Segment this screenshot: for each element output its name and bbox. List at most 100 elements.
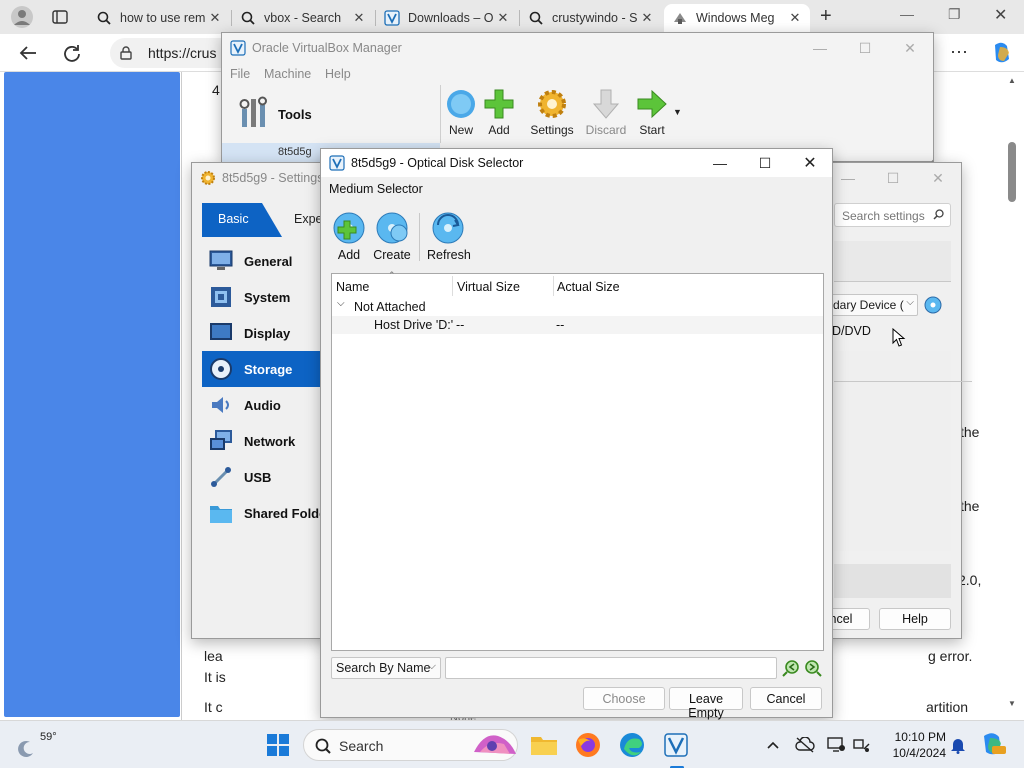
browser-tab-1[interactable]: how to use rem ✕: [88, 4, 230, 32]
search-icon: [96, 10, 112, 26]
tab-basic[interactable]: Basic: [202, 203, 282, 237]
notification-bell-icon[interactable]: [948, 735, 968, 755]
start-dropdown-icon[interactable]: ▼: [673, 107, 682, 117]
back-arrow-icon[interactable]: [18, 43, 38, 63]
more-options-icon[interactable]: ⋯: [950, 42, 969, 63]
choose-disk-icon[interactable]: [923, 295, 943, 315]
taskbar-search[interactable]: Search: [303, 729, 518, 761]
optical-drive-label: D/DVD: [832, 324, 871, 338]
settings-search-input[interactable]: Search settings: [834, 203, 951, 227]
tree-row-host-drive[interactable]: Host Drive 'D:' -- --: [332, 316, 823, 334]
close-icon[interactable]: ✕: [352, 10, 366, 26]
firefox-icon[interactable]: [572, 729, 604, 761]
profile-avatar-icon[interactable]: [10, 5, 34, 29]
choose-button[interactable]: Choose: [583, 687, 665, 710]
edge-icon[interactable]: [616, 729, 648, 761]
search-icon: [315, 738, 331, 754]
file-explorer-icon[interactable]: [528, 729, 560, 761]
column-label: Actual Size: [557, 280, 620, 294]
browser-minimize-button[interactable]: —: [900, 6, 914, 22]
refresh-icon[interactable]: [62, 43, 82, 63]
menu-machine[interactable]: Machine: [264, 67, 311, 81]
page-scrollbar-thumb[interactable]: [1008, 142, 1016, 202]
column-header-virtual-size[interactable]: Virtual Size: [453, 274, 553, 298]
close-icon[interactable]: ✕: [788, 10, 802, 26]
maximize-button[interactable]: ☐: [742, 149, 788, 177]
settings-pane-header: [834, 241, 951, 281]
browser-tab-4[interactable]: crustywindo - S ✕: [520, 4, 662, 32]
tab-title: how to use rem: [120, 11, 206, 25]
disk-selector-toolbar: Add Create Refresh: [321, 199, 834, 269]
add-disk-button[interactable]: Add: [331, 211, 367, 269]
scroll-up-icon[interactable]: ▲: [1008, 76, 1016, 85]
weather-widget[interactable]: 59°: [14, 729, 64, 761]
address-text: https://crus: [148, 45, 217, 61]
scroll-down-icon[interactable]: ▼: [1008, 699, 1016, 708]
taskbar: 59° Search 10:10 PM 10/4/2024: [0, 720, 1024, 768]
tree-group-not-attached[interactable]: ⌵ Not Attached: [332, 298, 823, 316]
discard-button[interactable]: Discard: [581, 87, 631, 143]
close-button[interactable]: ✕: [887, 33, 933, 63]
browser-tab-5-active[interactable]: Windows Meg ✕: [664, 4, 810, 32]
browser-tab-bar: how to use rem ✕ vbox - Search ✕ Downloa…: [0, 0, 1024, 34]
close-icon[interactable]: ✕: [496, 10, 510, 26]
create-disk-button[interactable]: Create: [373, 211, 411, 269]
medium-tree[interactable]: Name ⌃ Virtual Size Actual Size ⌵ Not At…: [331, 270, 824, 651]
page-text-fragment: artition: [926, 699, 969, 715]
close-icon[interactable]: ✕: [640, 10, 654, 26]
maximize-button[interactable]: ☐: [870, 163, 916, 193]
browser-close-button[interactable]: ✕: [994, 5, 1007, 25]
tools-label[interactable]: Tools: [278, 107, 312, 122]
maximize-button[interactable]: ☐: [842, 33, 888, 63]
refresh-button[interactable]: Refresh: [427, 211, 471, 269]
browser-restore-button[interactable]: ❐: [948, 6, 961, 23]
search-previous-icon[interactable]: [781, 658, 801, 678]
virtual-size: --: [456, 318, 465, 332]
settings-button[interactable]: Settings: [527, 87, 577, 143]
secondary-device-select[interactable]: dary Device ( ⌵: [830, 294, 918, 316]
taskbar-clock[interactable]: 10:10 PM 10/4/2024: [884, 729, 946, 761]
virtualbox-icon[interactable]: [660, 729, 692, 761]
create-disk-icon: [375, 211, 409, 245]
search-input[interactable]: [445, 657, 777, 679]
leave-empty-button[interactable]: Leave Empty: [669, 687, 743, 720]
browser-tab-3[interactable]: Downloads – O ✕: [376, 4, 518, 32]
cancel-button[interactable]: Cancel: [750, 687, 822, 710]
column-label: Virtual Size: [457, 280, 520, 294]
start-button[interactable]: Start: [627, 87, 677, 143]
settings-mode-tabs: Basic Exper: [202, 203, 332, 237]
copilot-icon[interactable]: [990, 41, 1014, 65]
search-mode-select[interactable]: Search By Name ⌵: [331, 657, 441, 679]
copilot-pre-icon[interactable]: [980, 731, 1006, 757]
menu-help[interactable]: Help: [325, 67, 351, 81]
new-tab-button[interactable]: +: [820, 5, 840, 27]
start-menu-icon[interactable]: [262, 729, 294, 761]
tab-actions-icon[interactable]: [52, 9, 68, 25]
search-next-icon[interactable]: [803, 658, 823, 678]
folder-icon: [208, 500, 234, 526]
add-vm-button[interactable]: Add: [474, 87, 524, 143]
down-arrow-icon: [589, 87, 623, 121]
display-settings-icon[interactable]: [826, 735, 846, 755]
close-icon[interactable]: ✕: [208, 10, 222, 26]
medium-selector-label: Medium Selector: [329, 182, 423, 196]
create-label: Create: [373, 248, 411, 262]
browser-tab-2[interactable]: vbox - Search ✕: [232, 4, 374, 32]
minimize-button[interactable]: —: [697, 149, 743, 177]
search-icon: [528, 10, 544, 26]
section-label: USB: [244, 469, 272, 485]
network-status-icon[interactable]: [852, 735, 872, 755]
add-disk-icon: [332, 211, 366, 245]
page-sidebar-block: [4, 72, 180, 717]
cloud-off-icon[interactable]: [795, 735, 815, 755]
menu-file[interactable]: File: [230, 67, 250, 81]
chevron-up-icon[interactable]: [763, 735, 783, 755]
add-label: Add: [337, 248, 361, 262]
close-button[interactable]: ✕: [915, 163, 961, 193]
display-icon: [208, 320, 234, 346]
minimize-button[interactable]: —: [797, 33, 843, 63]
page-icon: [672, 10, 688, 26]
help-button[interactable]: Help: [879, 608, 951, 630]
column-header-actual-size[interactable]: Actual Size: [553, 274, 673, 298]
close-button[interactable]: ✕: [787, 149, 833, 177]
